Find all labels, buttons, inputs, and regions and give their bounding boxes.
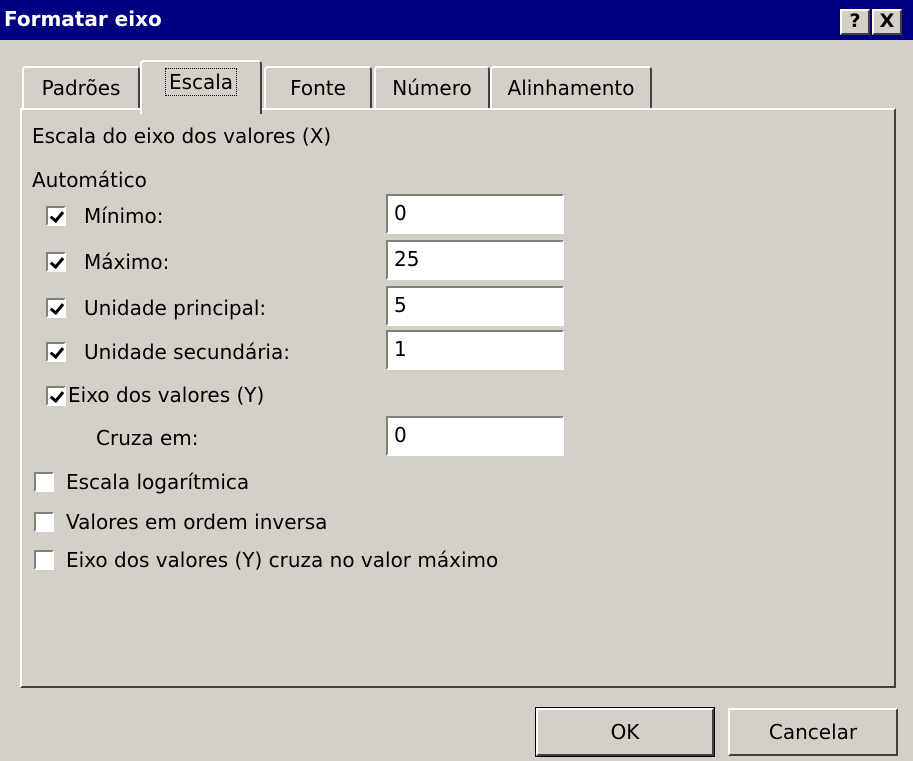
tab-label: Padrões (41, 76, 121, 100)
tab-padroes[interactable]: Padrões (22, 66, 140, 110)
scale-heading: Escala do eixo dos valores (X) (32, 124, 332, 148)
crosses-at-label: Cruza em: (96, 426, 199, 450)
tab-alinhamento[interactable]: Alinhamento (490, 66, 652, 110)
minimum-input[interactable]: 0 (386, 194, 564, 234)
y-axis-checkbox[interactable] (46, 386, 66, 406)
tab-label: Alinhamento (507, 76, 635, 100)
automatic-label: Automático (32, 168, 147, 192)
tab-label: Fonte (290, 76, 346, 100)
log-scale-label: Escala logarítmica (66, 470, 250, 494)
major-unit-label: Unidade principal: (84, 296, 267, 320)
reverse-order-checkbox[interactable] (34, 512, 54, 532)
maximum-checkbox[interactable] (46, 252, 66, 272)
major-unit-input[interactable]: 5 (386, 286, 564, 326)
ok-button[interactable]: OK (535, 707, 715, 757)
tab-label: Escala (164, 68, 238, 96)
tab-fonte[interactable]: Fonte (264, 66, 372, 110)
minor-unit-input[interactable]: 1 (386, 330, 564, 370)
minor-unit-checkbox[interactable] (46, 342, 66, 362)
minimum-checkbox[interactable] (46, 206, 66, 226)
crosses-at-max-checkbox[interactable] (34, 550, 54, 570)
tab-numero[interactable]: Número (374, 66, 490, 110)
dialog-title: Formatar eixo (4, 7, 162, 31)
scale-tab-panel: Escala do eixo dos valores (X) Automátic… (20, 108, 896, 688)
title-bar[interactable]: Formatar eixo ? X (0, 0, 913, 40)
format-axis-dialog: Formatar eixo ? X Padrões Escala Fonte N… (0, 0, 913, 761)
major-unit-checkbox[interactable] (46, 298, 66, 318)
maximum-input[interactable]: 25 (386, 240, 564, 280)
cancel-button[interactable]: Cancelar (728, 708, 898, 756)
crosses-at-max-label: Eixo dos valores (Y) cruza no valor máxi… (66, 548, 499, 572)
minimum-label: Mínimo: (84, 204, 164, 228)
y-axis-label: Eixo dos valores (Y) (68, 383, 265, 407)
help-button[interactable]: ? (840, 9, 870, 35)
minor-unit-label: Unidade secundária: (84, 340, 290, 364)
crosses-at-input[interactable]: 0 (386, 416, 564, 456)
tab-label: Número (392, 76, 472, 100)
reverse-order-label: Valores em ordem inversa (66, 510, 328, 534)
close-button[interactable]: X (872, 9, 902, 35)
maximum-label: Máximo: (84, 250, 170, 274)
log-scale-checkbox[interactable] (34, 472, 54, 492)
tab-escala[interactable]: Escala (140, 60, 262, 114)
